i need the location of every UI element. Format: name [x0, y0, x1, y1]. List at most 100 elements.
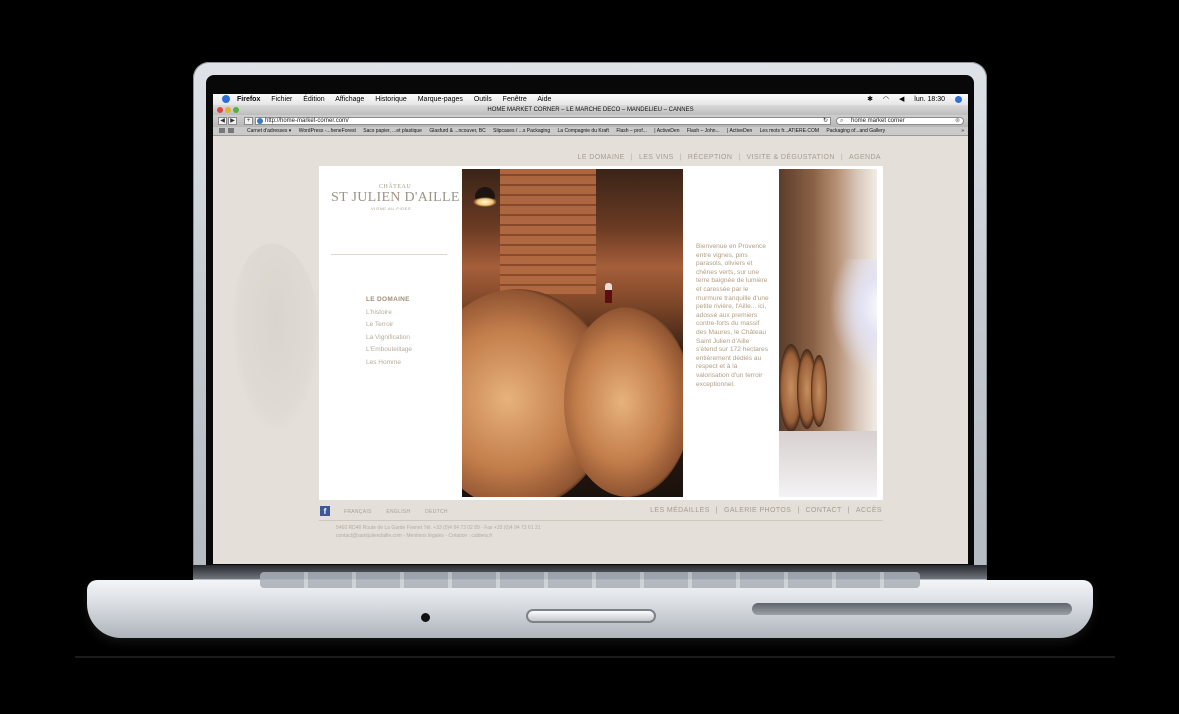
barrel [811, 355, 827, 427]
url-text: http://home-market-corner.com/ [265, 118, 349, 124]
menu-item-history[interactable]: Historique [375, 96, 407, 103]
spotlight-icon[interactable] [955, 95, 962, 103]
side-nav-homme[interactable]: Les Homme [366, 357, 412, 370]
volume-icon[interactable]: ◀ [899, 96, 904, 103]
clear-search-icon[interactable]: ⊗ [955, 118, 960, 125]
nav-separator: | [840, 154, 844, 161]
website: LE DOMAINE | LES VINS | RÉCEPTION | VISITE & D… [213, 136, 968, 564]
laptop-vent [752, 603, 1072, 615]
lang-english[interactable]: ENGLISH [386, 509, 410, 515]
menu-item-help[interactable]: Aide [537, 96, 551, 103]
facebook-icon[interactable]: f [320, 506, 330, 516]
menu-item-tools[interactable]: Outils [474, 96, 492, 103]
status-menu: ✱ ◠ ◀ lun. 18:30 [859, 94, 962, 105]
bookmarks-overflow-icon[interactable]: » [961, 127, 964, 135]
menu-item-firefox[interactable]: Firefox [237, 96, 260, 103]
browser-toolbar: ◀ ▶ + http://home-market-corner.com/ ↻ ⌕… [213, 115, 968, 127]
side-nav-terroir[interactable]: Le Terroir [366, 319, 412, 332]
footer-divider [319, 520, 883, 521]
url-bar[interactable]: http://home-market-corner.com/ ↻ [255, 117, 831, 125]
barrel [564, 307, 683, 497]
wifi-icon[interactable]: ◠ [883, 96, 889, 103]
nav-separator: | [847, 507, 850, 514]
lamp-icon [473, 177, 497, 209]
intro-text: Bienvenue en Provence entre vignes, pins… [696, 243, 769, 388]
close-window-icon[interactable] [217, 107, 223, 113]
apple-icon[interactable] [222, 95, 230, 103]
content-card: CHÂTEAU ST JULIEN D'AILLE VIGNE AU FIDES… [319, 166, 883, 500]
language-switcher: FRANÇAIS ENGLISH DEUTCH [344, 509, 461, 515]
mac-menu-bar: Firefox Fichier Édition Affichage Histor… [213, 94, 968, 105]
reload-icon[interactable]: ↻ [823, 118, 828, 125]
new-tab-icon[interactable]: + [244, 117, 253, 125]
nav-separator: | [715, 507, 718, 514]
footer: 5460 RD46 Route de La Garde Freinet Tél.… [336, 525, 541, 540]
bookmark-item[interactable]: | ActiveDen [727, 128, 752, 134]
bookmark-item[interactable]: | ActiveDen [654, 128, 679, 134]
bookmark-item[interactable]: Slipcases / ...s Packaging [493, 128, 550, 134]
lang-francais[interactable]: FRANÇAIS [344, 509, 372, 515]
footer-links[interactable]: contact@saintjuliendaille.com - Mentions… [336, 533, 541, 541]
cellar-barrels-photo [462, 169, 683, 497]
search-value: home market corner [851, 118, 905, 124]
side-nav: LE DOMAINE L'histoire Le Terroir La Vign… [366, 294, 412, 369]
light-ray [829, 259, 877, 379]
nav-le-domaine[interactable]: LE DOMAINE [578, 154, 625, 161]
menu-item-edit[interactable]: Édition [303, 96, 324, 103]
nav-galerie-photos[interactable]: GALERIE PHOTOS [724, 507, 791, 514]
lang-deutch[interactable]: DEUTCH [425, 509, 448, 515]
top-nav: LE DOMAINE | LES VINS | RÉCEPTION | VISITE & D… [578, 154, 881, 161]
wine-glass-icon [605, 283, 612, 303]
back-icon[interactable]: ◀ [218, 117, 227, 125]
screen: Firefox Fichier Édition Affichage Histor… [213, 94, 968, 564]
nav-acces[interactable]: ACCÈS [856, 507, 882, 514]
menu-item-window[interactable]: Fenêtre [503, 96, 527, 103]
search-field[interactable]: ⌕ home market corner ⊗ [836, 117, 964, 125]
bookmarks-controls [219, 128, 239, 134]
nav-separator: | [679, 154, 682, 161]
bluetooth-icon[interactable]: ✱ [867, 96, 873, 103]
bookmark-item[interactable]: La Compagnie du Kraft [558, 128, 609, 134]
nav-visite-degustation[interactable]: VISITE & DÉGUSTATION [747, 154, 835, 161]
search-engine-icon[interactable]: ⌕ [840, 118, 843, 125]
nav-contact[interactable]: CONTACT [806, 507, 842, 514]
laptop-latch [526, 609, 656, 623]
sleep-light-icon [421, 613, 430, 622]
side-nav-histoire[interactable]: L'histoire [366, 307, 412, 320]
nav-les-vins[interactable]: LES VINS [639, 154, 674, 161]
site-identity-icon[interactable] [257, 118, 263, 124]
bookmark-item[interactable]: Flash – John... [687, 128, 720, 134]
menu-item-view[interactable]: Affichage [335, 96, 364, 103]
side-nav-vignification[interactable]: La Vignification [366, 332, 412, 345]
open-book-icon[interactable] [219, 128, 225, 133]
nav-agenda[interactable]: AGENDA [849, 154, 881, 161]
window-title: HOME MARKET CORNER – LE MARCHE DECO – MA… [487, 107, 694, 113]
bookmark-item[interactable]: Les mots fr...ATIERE.COM [760, 128, 819, 134]
divider [331, 254, 447, 255]
nav-medailles[interactable]: LES MÉDAILLES [650, 507, 710, 514]
bookmarks-bar: Carnet d'adresses ▾ WordPress -...heneFo… [213, 127, 968, 136]
bookmark-item[interactable]: Sacs papier, ...et plastique [363, 128, 422, 134]
side-nav-active[interactable]: LE DOMAINE [366, 294, 412, 307]
zoom-window-icon[interactable] [233, 107, 239, 113]
logo-sub-text: VIGNE AU FIDES [371, 206, 412, 211]
grid-icon[interactable] [228, 128, 234, 133]
bookmark-item[interactable]: Carnet d'adresses ▾ [247, 128, 291, 134]
bookmark-list: Carnet d'adresses ▾ WordPress -...heneFo… [247, 127, 891, 135]
cellar-light-photo [779, 169, 877, 497]
clock[interactable]: lun. 18:30 [914, 96, 945, 103]
side-nav-embouteillage[interactable]: L'Embouteillage [366, 344, 412, 357]
nav-reception[interactable]: RÉCEPTION [688, 154, 732, 161]
app-menu: Firefox Fichier Édition Affichage Histor… [237, 94, 560, 105]
nav-separator: | [630, 154, 633, 161]
minimize-window-icon[interactable] [225, 107, 231, 113]
menu-item-file[interactable]: Fichier [271, 96, 292, 103]
forward-icon[interactable]: ▶ [228, 117, 237, 125]
bookmark-item[interactable]: Glasfurd & ...ncouver, BC [429, 128, 485, 134]
menu-item-bookmarks[interactable]: Marque-pages [418, 96, 463, 103]
bookmark-item[interactable]: Flash – prof... [616, 128, 647, 134]
bookmark-item[interactable]: Packaging of...and Gallery [826, 128, 885, 134]
bookmark-item[interactable]: WordPress -...heneForest [299, 128, 356, 134]
nav-separator: | [738, 154, 741, 161]
bottom-bar: f FRANÇAIS ENGLISH DEUTCH LES MÉDAILLES |… [319, 506, 883, 518]
